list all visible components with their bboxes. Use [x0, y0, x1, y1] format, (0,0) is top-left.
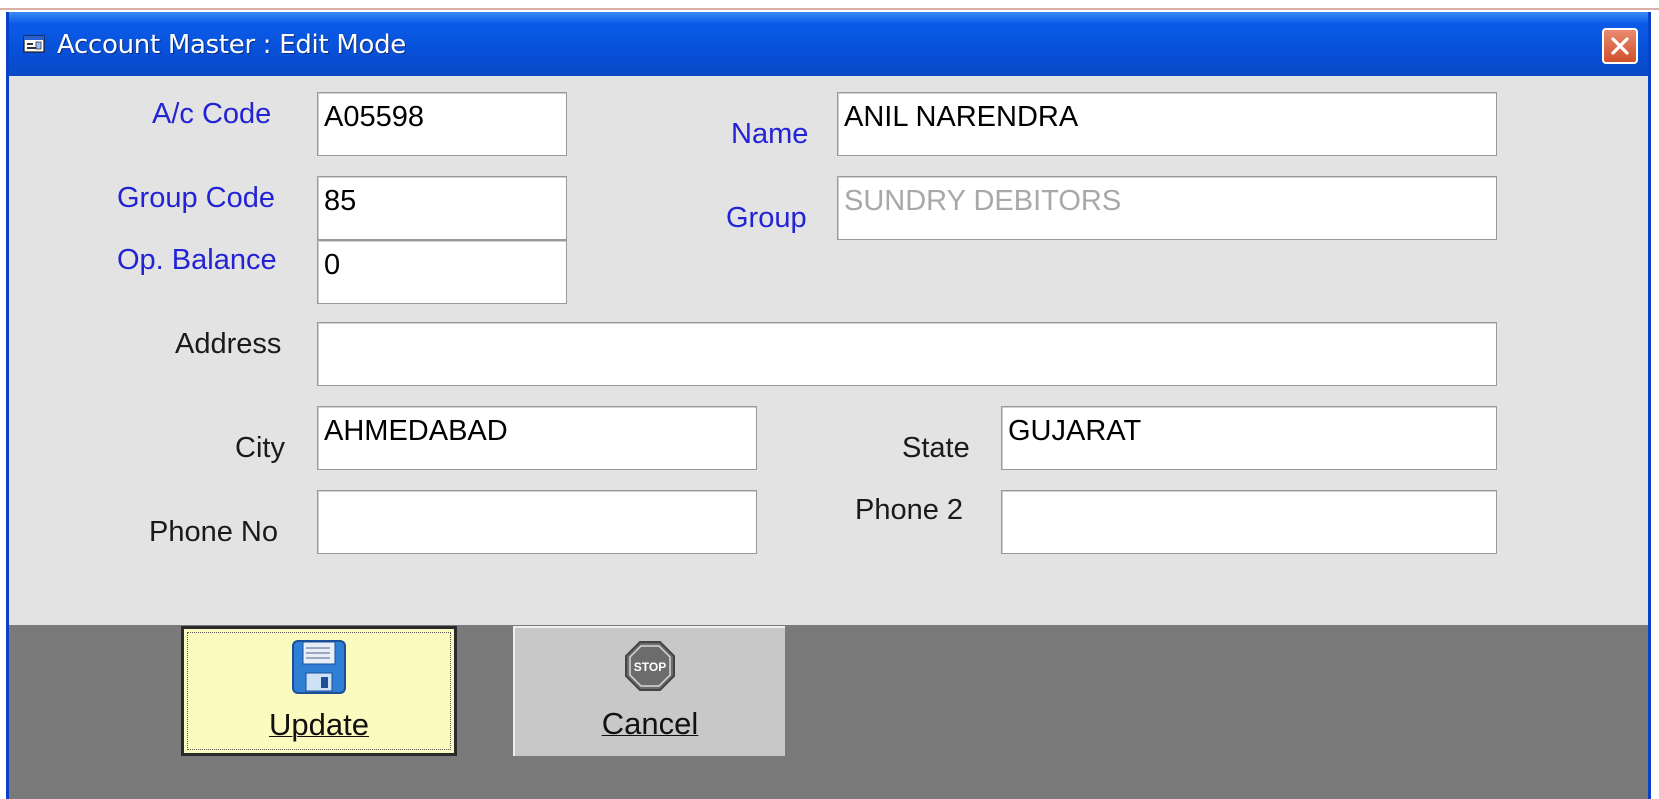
address-field[interactable]	[317, 322, 1497, 386]
update-label: Update	[269, 707, 369, 742]
screen-top-edge	[0, 0, 1659, 10]
account-master-window: Account Master : Edit Mode A/c Code A055…	[6, 12, 1651, 799]
stop-sign-text: STOP	[634, 660, 666, 674]
op-balance-field[interactable]: 0	[317, 240, 567, 304]
group-code-label: Group Code	[117, 182, 275, 214]
op-balance-label: Op. Balance	[117, 244, 277, 276]
title-bar[interactable]: Account Master : Edit Mode	[9, 12, 1648, 76]
stop-sign-icon: STOP	[625, 641, 675, 691]
form-window-icon	[23, 35, 45, 53]
phone-no-field[interactable]	[317, 490, 757, 554]
address-label: Address	[175, 328, 282, 360]
close-button[interactable]	[1602, 28, 1638, 64]
cancel-label: Cancel	[601, 706, 699, 741]
update-button[interactable]: Update	[181, 626, 457, 756]
phone2-field[interactable]	[1001, 490, 1497, 554]
phone-no-label: Phone No	[149, 516, 278, 548]
close-icon	[1611, 37, 1629, 55]
floppy-disk-icon	[292, 640, 346, 694]
name-field[interactable]: ANIL NARENDRA	[837, 92, 1497, 156]
phone2-label: Phone 2	[855, 494, 964, 526]
ac-code-label: A/c Code	[152, 98, 272, 130]
state-field[interactable]: GUJARAT	[1001, 406, 1497, 470]
city-label: City	[235, 432, 285, 464]
ac-code-field[interactable]: A05598	[317, 92, 567, 156]
cancel-button[interactable]: STOP Cancel	[513, 626, 785, 756]
group-label: Group	[726, 202, 807, 234]
state-label: State	[902, 432, 970, 464]
group-field: SUNDRY DEBITORS	[837, 176, 1497, 240]
group-code-field[interactable]: 85	[317, 176, 567, 240]
window-title: Account Master : Edit Mode	[57, 30, 406, 60]
city-field[interactable]: AHMEDABAD	[317, 406, 757, 470]
name-label: Name	[731, 118, 809, 150]
